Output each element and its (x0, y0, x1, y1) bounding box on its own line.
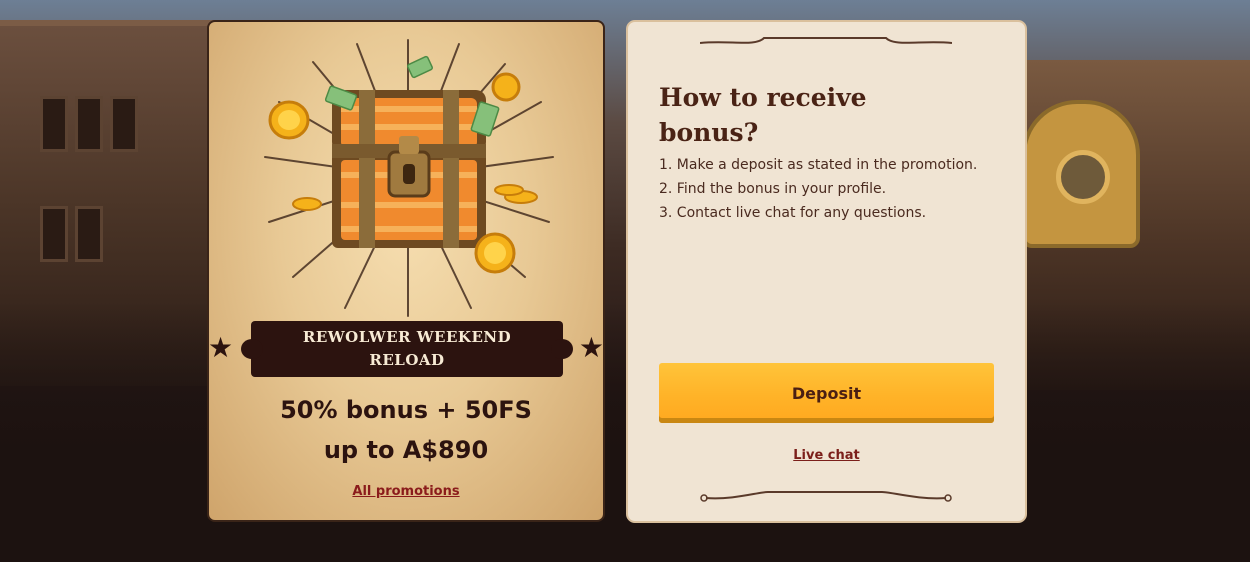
steps-list: 1. Make a deposit as stated in the promo… (659, 153, 977, 225)
promo-title: REWOLWER WEEKEND RELOAD (302, 328, 512, 369)
treasure-chest-icon (332, 90, 486, 248)
background-vignette (0, 302, 1250, 562)
bonus-info-card: How to receive bonus? 1. Make a deposit … (626, 20, 1027, 523)
promo-title-banner: REWOLWER WEEKEND RELOAD (241, 321, 573, 377)
promo-card: ★ REWOLWER WEEKEND RELOAD ★ 50% bonus + … (207, 20, 605, 522)
live-chat-link[interactable]: Live chat (628, 448, 1025, 463)
all-promotions-link[interactable]: All promotions (209, 484, 603, 499)
ornament-top (700, 37, 952, 44)
star-icon-left: ★ (208, 331, 234, 364)
step-item: 1. Make a deposit as stated in the promo… (659, 157, 978, 173)
deposit-button[interactable]: Deposit (659, 363, 994, 423)
treasure-chest-illustration (264, 39, 554, 317)
promo-offer-line-1: 50% bonus + 50FS (280, 396, 532, 424)
star-icon-right: ★ (578, 331, 604, 364)
info-title: How to receive bonus? (659, 83, 867, 147)
step-item: 2. Find the bonus in your profile. (659, 181, 887, 197)
ornament-bottom (700, 491, 952, 502)
step-item: 3. Contact live chat for any questions. (659, 205, 927, 221)
promo-offer-line-2: up to A$890 (323, 436, 489, 464)
